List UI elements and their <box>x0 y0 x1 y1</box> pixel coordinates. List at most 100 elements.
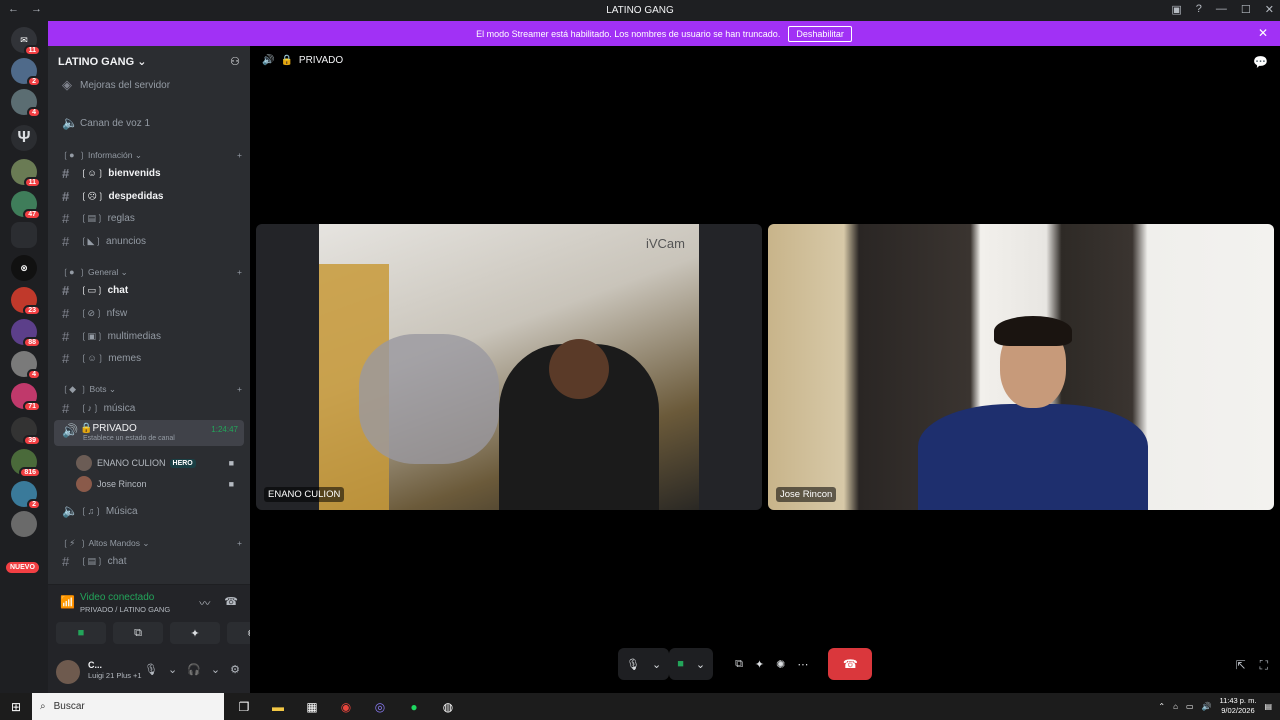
spotify-icon[interactable]: ● <box>404 697 424 717</box>
chevron-down-icon[interactable]: ⌄ <box>211 663 220 676</box>
chevron-down-icon[interactable]: ⌄ <box>168 663 177 676</box>
store-icon[interactable]: ▦ <box>302 697 322 717</box>
gear-icon[interactable]: ⚙ <box>230 663 240 676</box>
app-icon[interactable]: ◍ <box>438 697 458 717</box>
screen-share-button[interactable]: ⧉ <box>113 622 163 644</box>
camera-icon[interactable]: ■ <box>677 658 684 670</box>
channel-memes[interactable]: # ❲☺❳ memes <box>54 348 244 368</box>
add-channel-icon[interactable]: + <box>237 150 242 161</box>
clock[interactable]: 11:43 p. m. 9/02/2026 <box>1219 696 1256 716</box>
popout-icon[interactable]: ⇱ <box>1236 658 1246 673</box>
server-icon[interactable]: 47 <box>11 191 41 220</box>
channel-reglas[interactable]: # ❲▤❳ reglas <box>54 208 244 228</box>
voice-status[interactable]: Video conectado <box>80 592 154 603</box>
chrome-icon[interactable]: ◉ <box>336 697 356 717</box>
chevron-down-icon[interactable]: ⌄ <box>696 658 705 671</box>
avatar[interactable] <box>56 660 80 684</box>
notifications-icon[interactable]: ▤ <box>1264 702 1272 711</box>
help-icon[interactable]: ? <box>1196 3 1202 16</box>
activities-button[interactable]: ✦ <box>170 622 220 644</box>
camera-control[interactable]: ■ ⌄ <box>669 648 714 680</box>
camera-button[interactable]: ■ <box>56 622 106 644</box>
volume-icon[interactable]: 🔊 <box>1202 702 1212 711</box>
video-tile-jose[interactable]: Jose Rincon <box>768 224 1274 510</box>
voice-channel-privado[interactable]: 🔊 🔒 PRIVADO Establece un estado de canal 1… <box>54 420 244 446</box>
disconnect-button[interactable]: ☎ <box>828 648 873 680</box>
voice-connection-panel: 📶 Video conectado PRIVADO / LATINO GANG … <box>48 584 277 654</box>
server-icon[interactable]: 4 <box>11 89 41 118</box>
server-icon[interactable]: 816 <box>11 449 41 478</box>
add-channel-icon[interactable]: + <box>237 384 242 395</box>
server-icon[interactable]: ⊗ <box>11 255 37 281</box>
signal-icon[interactable]: 📶 <box>60 595 75 609</box>
headphones-icon[interactable]: 🎧 <box>187 663 201 676</box>
microphone-icon[interactable]: 🎙 <box>626 658 640 671</box>
voice-user-enano[interactable]: ENANO CULION HERO ■ <box>76 454 238 472</box>
server-icon[interactable] <box>11 511 37 537</box>
category-altos-mandos[interactable]: ❲⚡ ❳ Altos Mandos ⌄ + <box>62 538 242 549</box>
server-icon[interactable]: 2 <box>11 481 41 510</box>
microphone-icon[interactable]: 🎙 <box>144 663 158 676</box>
network-icon[interactable]: ⌂ <box>1173 702 1178 711</box>
channel-nfsw[interactable]: # ❲⊘❳ nfsw <box>54 303 244 323</box>
maximize-button[interactable]: ☐ <box>1241 3 1251 16</box>
close-window-button[interactable]: ✕ <box>1265 3 1274 16</box>
channel-chat-altos[interactable]: # ❲▤❳ chat <box>54 551 244 571</box>
server-icon[interactable]: 11 <box>11 159 41 188</box>
activities-icon[interactable]: ✦ <box>755 658 764 671</box>
home-discord-icon[interactable]: ✉ 11 <box>11 27 41 56</box>
server-header[interactable]: LATINO GANG ⌄ ⚇ <box>48 46 250 77</box>
channel-status-hint[interactable]: Establece un estado de canal <box>83 435 175 442</box>
discord-app-icon[interactable]: ◎ <box>370 697 390 717</box>
battery-icon[interactable]: ▭ <box>1186 702 1194 711</box>
channel-musica[interactable]: # ❲♪❳ música <box>54 398 244 418</box>
latino-gang-server-icon[interactable] <box>11 222 37 248</box>
chevron-up-icon[interactable]: ⌃ <box>1158 702 1165 711</box>
disconnect-icon[interactable]: ☎ <box>224 595 238 611</box>
channel-bienvenids[interactable]: # ❲☺❳ bienvenids <box>54 163 244 183</box>
close-icon[interactable]: ✕ <box>1258 26 1268 40</box>
voice-channel-musica[interactable]: 🔈 ❲♫❳ Música <box>54 501 244 521</box>
category-informacion[interactable]: ❲● ❳ Información ⌄ + <box>62 150 242 161</box>
add-channel-icon[interactable]: + <box>237 267 242 278</box>
windows-start-icon[interactable]: ⊞ <box>0 700 32 714</box>
channel-multimedias[interactable]: # ❲▣❳ multimedias <box>54 326 244 346</box>
add-member-icon[interactable]: ⚇ <box>230 55 240 68</box>
mic-control[interactable]: 🎙 ⌄ <box>618 648 670 680</box>
fullscreen-icon[interactable]: ⛶ <box>1260 658 1268 673</box>
video-stage: 🔊 🔒 PRIVADO 💬 iVCam ENANO CULION Jose Rinc… <box>250 46 1280 693</box>
server-icon[interactable]: 2 <box>11 58 41 87</box>
chat-bubble-icon[interactable]: 💬 <box>1253 55 1268 69</box>
voice-user-jose[interactable]: Jose Rincon ■ <box>76 475 238 493</box>
add-channel-icon[interactable]: + <box>237 538 242 549</box>
channel-despedidas[interactable]: # ❲☹❳ despedidas <box>54 186 244 206</box>
server-icon[interactable]: 23 <box>11 287 41 316</box>
avatar <box>76 455 92 471</box>
server-icon[interactable]: Ψ <box>11 125 37 151</box>
voice-channel-canan[interactable]: 🔈 Canan de voz 1 <box>54 113 244 133</box>
server-icon[interactable]: 39 <box>11 417 41 446</box>
server-icon[interactable]: 71 <box>11 383 41 412</box>
server-boost-item[interactable]: ◈ Mejoras del servidor <box>54 75 244 95</box>
channel-anuncios[interactable]: # ❲◣❳ anuncios <box>54 231 244 251</box>
task-view-icon[interactable]: ❐ <box>234 697 254 717</box>
soundboard-icon[interactable]: ✺ <box>776 658 785 671</box>
channel-chat[interactable]: # ❲▭❳ chat <box>54 280 244 300</box>
taskbar-search[interactable]: ⌕ Buscar <box>32 693 224 720</box>
server-name: LATINO GANG <box>58 56 135 68</box>
server-icon[interactable]: 4 <box>11 351 41 380</box>
category-general[interactable]: ❲● ❳ General ⌄ + <box>62 267 242 278</box>
disable-streamer-button[interactable]: Deshabilitar <box>788 25 852 42</box>
category-bots[interactable]: ❲◆ ❳ Bots ⌄ + <box>62 384 242 395</box>
voice-location[interactable]: PRIVADO / LATINO GANG <box>80 605 170 614</box>
more-options-icon[interactable]: ⋯ <box>797 658 808 671</box>
noise-suppression-icon[interactable]: 〰 <box>199 595 210 611</box>
server-icon[interactable]: 88 <box>11 319 41 348</box>
file-explorer-icon[interactable]: ▬ <box>268 697 288 717</box>
inbox-icon[interactable]: ▣ <box>1171 3 1181 16</box>
username[interactable]: C... <box>88 660 102 670</box>
minimize-button[interactable]: — <box>1216 3 1227 16</box>
chevron-down-icon[interactable]: ⌄ <box>652 658 661 671</box>
screen-share-icon[interactable]: ⧉ <box>735 658 743 671</box>
video-tile-enano[interactable]: iVCam ENANO CULION <box>256 224 762 510</box>
